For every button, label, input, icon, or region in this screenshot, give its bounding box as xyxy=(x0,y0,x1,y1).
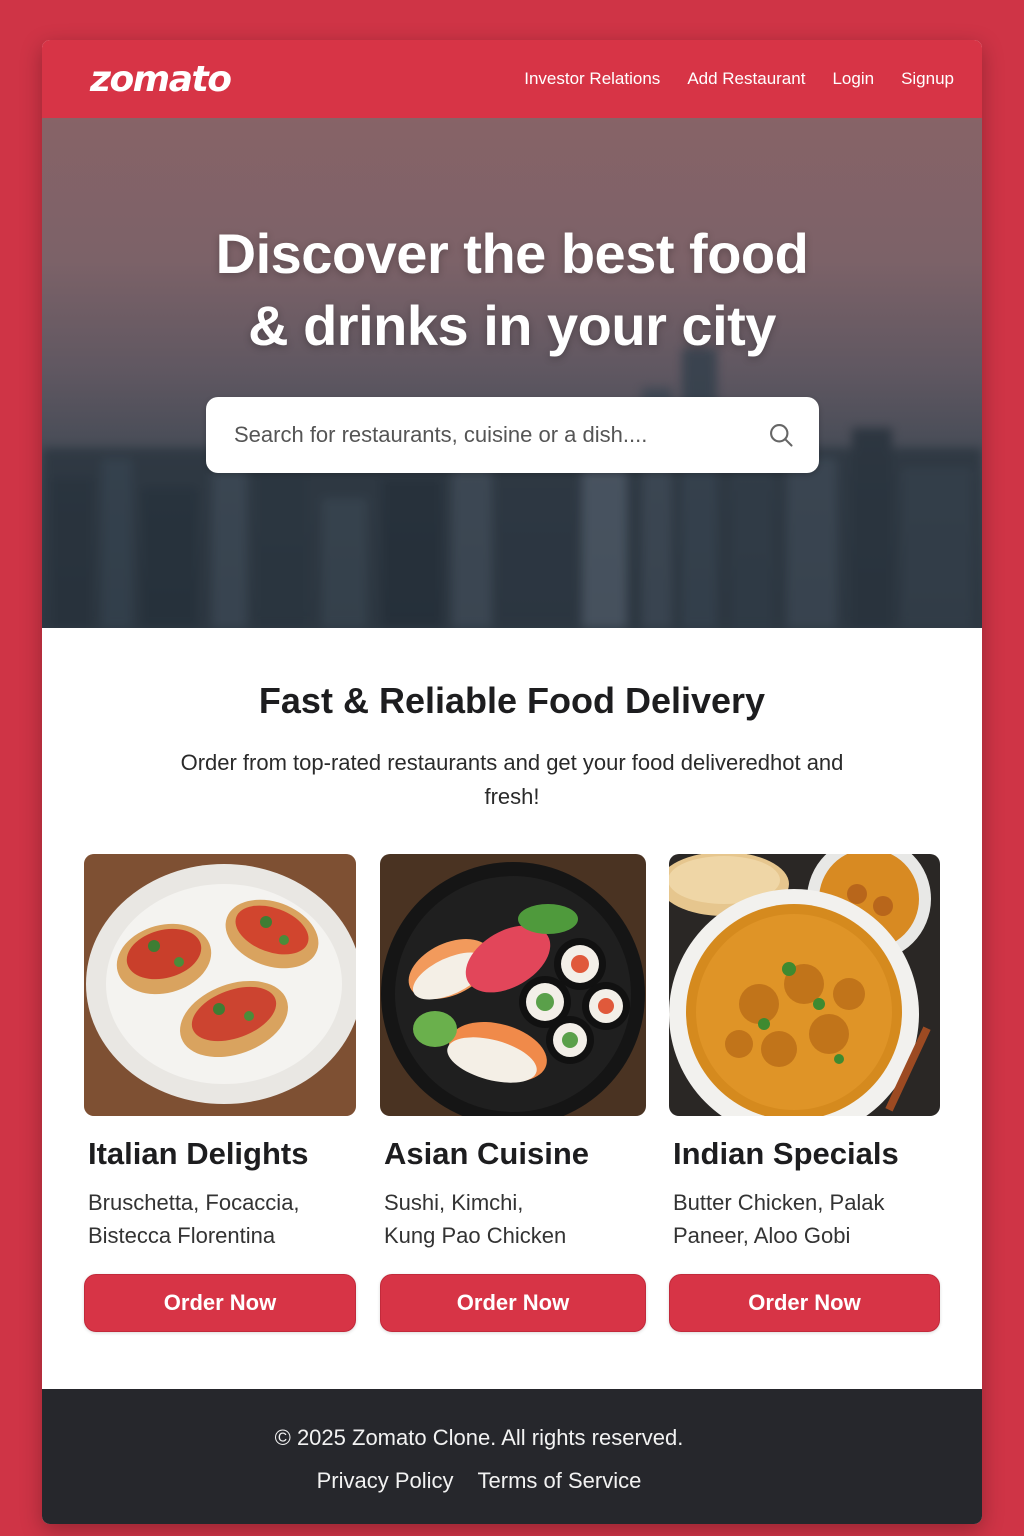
nav-investor-relations[interactable]: Investor Relations xyxy=(524,69,660,89)
bruschetta-plate-image xyxy=(84,854,356,1116)
card-description: Sushi, Kimchi, Kung Pao Chicken xyxy=(380,1186,646,1252)
nav-signup[interactable]: Signup xyxy=(901,69,954,89)
copyright-text: © 2025 Zomato Clone. All rights reserved… xyxy=(274,1425,684,1450)
card-desc-line2: Bistecca Florentina xyxy=(88,1223,276,1248)
card-desc-line1: Sushi, Kimchi, xyxy=(384,1190,524,1215)
hero-title-line2: & drinks in your city xyxy=(248,294,776,357)
search-input[interactable] xyxy=(234,422,767,448)
card-desc-line2: Paneer, Aloo Gobi xyxy=(673,1223,851,1248)
privacy-policy-link[interactable]: Privacy Policy xyxy=(317,1468,454,1494)
sushi-bowl-image xyxy=(380,854,646,1116)
nav-login[interactable]: Login xyxy=(832,69,874,89)
card-indian: Indian Specials Butter Chicken, Palak Pa… xyxy=(669,854,940,1332)
page-frame: zomato Investor Relations Add Restaurant… xyxy=(42,40,982,1524)
footer: © 2025 Zomato Clone. All rights reserved… xyxy=(42,1389,982,1524)
card-description: Butter Chicken, Palak Paneer, Aloo Gobi xyxy=(669,1186,940,1252)
card-desc-line2: Kung Pao Chicken xyxy=(384,1223,567,1248)
card-italian: Italian Delights Bruschetta, Focaccia, B… xyxy=(84,854,356,1332)
hero-title: Discover the best food & drinks in your … xyxy=(42,218,982,362)
hero-banner: Discover the best food & drinks in your … xyxy=(42,118,982,628)
search-bar xyxy=(206,397,819,473)
card-title: Asian Cuisine xyxy=(384,1136,589,1171)
city-skyline-image xyxy=(42,348,982,628)
nav-add-restaurant[interactable]: Add Restaurant xyxy=(687,69,805,89)
card-desc-line1: Butter Chicken, Palak xyxy=(673,1190,885,1215)
order-now-button[interactable]: Order Now xyxy=(669,1274,940,1332)
curry-bowl-image xyxy=(669,854,940,1116)
section-title: Fast & Reliable Food Delivery xyxy=(258,680,766,721)
section-subtitle: Order from top-rated restaurants and get… xyxy=(180,750,844,809)
footer-links: Privacy Policy Terms of Service xyxy=(42,1468,916,1494)
card-title: Italian Delights xyxy=(88,1136,309,1171)
nav-links: Investor Relations Add Restaurant Login … xyxy=(524,69,954,89)
order-now-button[interactable]: Order Now xyxy=(380,1274,646,1332)
search-icon[interactable] xyxy=(767,421,795,449)
card-description: Bruschetta, Focaccia, Bistecca Florentin… xyxy=(84,1186,356,1252)
zomato-logo[interactable]: zomato xyxy=(90,59,232,100)
order-now-button[interactable]: Order Now xyxy=(84,1274,356,1332)
hero-title-line1: Discover the best food xyxy=(215,222,809,285)
terms-of-service-link[interactable]: Terms of Service xyxy=(478,1468,642,1494)
card-title: Indian Specials xyxy=(673,1136,899,1171)
card-asian: Asian Cuisine Sushi, Kimchi, Kung Pao Ch… xyxy=(380,854,646,1332)
navbar: zomato Investor Relations Add Restaurant… xyxy=(42,40,982,118)
card-desc-line1: Bruschetta, Focaccia, xyxy=(88,1190,300,1215)
